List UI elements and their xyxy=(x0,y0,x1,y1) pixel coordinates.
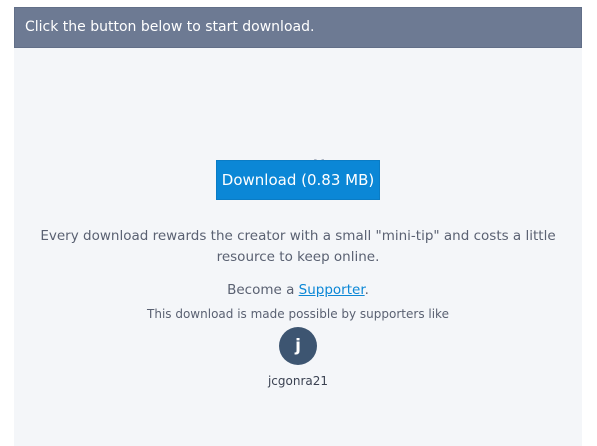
made-possible-text: This download is made possible by suppor… xyxy=(147,307,449,321)
avatar[interactable]: j xyxy=(279,327,317,365)
supporter-suffix: . xyxy=(364,282,369,298)
supporter-prefix: Become a xyxy=(227,282,299,298)
supporter-link[interactable]: Supporter xyxy=(299,282,365,298)
banner-message: Click the button below to start download… xyxy=(25,19,315,35)
supporter-username[interactable]: jcgonra21 xyxy=(14,373,582,389)
download-note: Every download rewards the creator with … xyxy=(40,228,556,265)
download-button[interactable]: Download (0.83 MB) xyxy=(216,160,380,200)
download-panel: Nordic Download (0.83 MB) Every download… xyxy=(14,48,582,446)
download-info-banner: Click the button below to start download… xyxy=(14,7,582,48)
become-supporter-text: Become a Supporter. xyxy=(14,281,582,299)
